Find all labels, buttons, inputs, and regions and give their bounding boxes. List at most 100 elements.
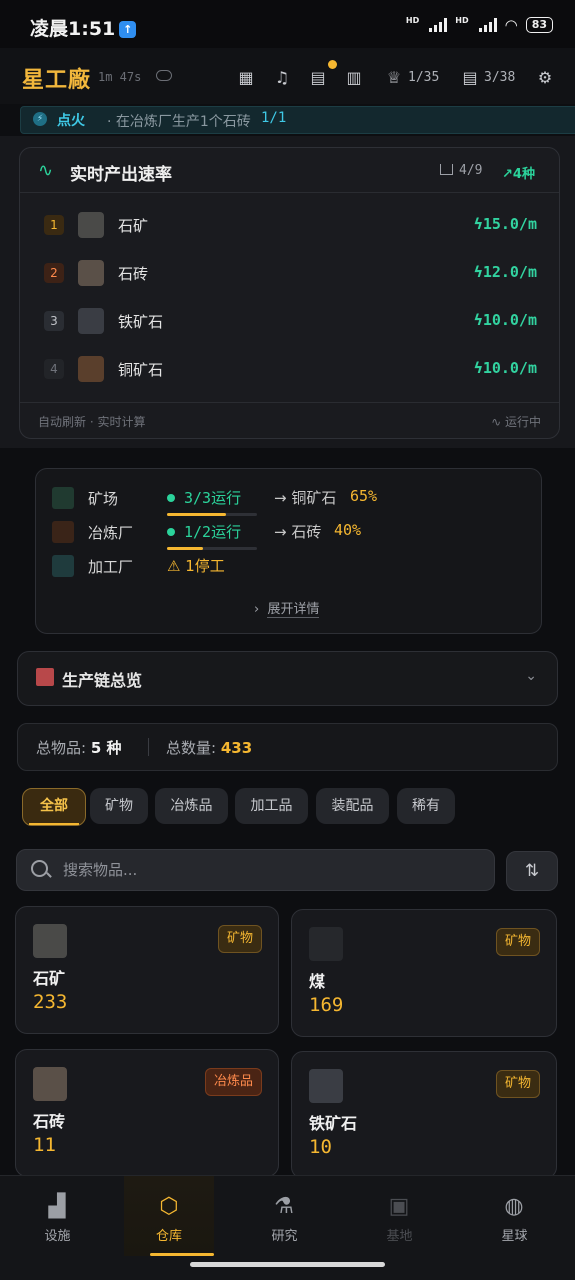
filter-chip-minerals[interactable]: 矿物 — [90, 788, 148, 824]
trend-badge: ↗4种 — [502, 167, 535, 182]
category-tag: 矿物 — [495, 1070, 540, 1098]
filter-chip-assembled[interactable]: 装配品 — [316, 788, 389, 824]
rate-row: 1 石矿 ϟ15.0/m — [20, 201, 559, 249]
nav-facilities[interactable]: ▟ 设施 — [0, 1176, 115, 1256]
nav-base[interactable]: ▣ 基地 — [342, 1176, 457, 1256]
item-name: 石砖 — [33, 1112, 66, 1131]
notification-dot — [328, 60, 337, 69]
cloud-icon — [156, 70, 172, 81]
item-count: 169 — [309, 994, 344, 1016]
scroll-icon[interactable]: ▤ — [308, 68, 328, 88]
bell-icon[interactable]: ♫ — [272, 68, 292, 88]
facility-status-card: 矿场 3/3运行 → 铜矿石 65% 冶炼厂 1/2运行 → 石砖 40% 加工… — [35, 468, 542, 634]
chain-title: 生产链总览 — [62, 671, 143, 690]
facility-target: → 铜矿石 — [274, 489, 337, 507]
stone-ore-icon — [78, 212, 104, 238]
stats-icon[interactable]: ▥ — [344, 68, 364, 88]
category-tag: 矿物 — [495, 928, 540, 956]
flame-icon: ⚡ — [33, 112, 47, 126]
item-name: 石矿 — [118, 217, 149, 235]
filter-chip-rare[interactable]: 稀有 — [397, 788, 455, 824]
filter-chip-smelted[interactable]: 冶炼品 — [155, 788, 228, 824]
running-count: 3/3运行 — [184, 489, 242, 507]
signal-icon — [429, 18, 448, 32]
status-icons: HD HD ◠ 83 — [406, 16, 553, 34]
hd-icon: HD — [405, 16, 420, 25]
refresh-note: 自动刷新 · 实时计算 — [38, 415, 146, 429]
item-count: 10 — [309, 1136, 332, 1158]
search-icon — [31, 860, 48, 877]
factory-icon — [440, 164, 453, 175]
item-name: 石砖 — [118, 265, 149, 283]
lock-icon: ▣ — [388, 1194, 410, 1219]
sort-icon: ⇅ — [524, 861, 540, 881]
facility-row-mine[interactable]: 矿场 3/3运行 → 铜矿石 65% — [52, 485, 532, 516]
rate-title: 实时产出速率 — [70, 165, 172, 185]
category-tag: 冶炼品 — [204, 1068, 262, 1096]
factory-icon — [36, 668, 54, 686]
chevron-down-icon: ⌄ — [525, 668, 537, 684]
item-rate: ϟ10.0/m — [473, 311, 537, 329]
search-input[interactable] — [61, 858, 485, 882]
active-chip-indicator — [29, 823, 79, 825]
coal-icon — [309, 927, 343, 961]
task-text: · 在冶炼厂生产1个石砖 — [107, 114, 251, 130]
nav-label: 基地 — [386, 1229, 413, 1244]
rank-badge: 3 — [44, 311, 64, 331]
stone-brick-icon — [78, 260, 104, 286]
app-title: 星工廠 — [22, 68, 92, 93]
facility-name: 加工厂 — [88, 558, 134, 576]
home-indicator[interactable] — [190, 1262, 385, 1267]
rate-card-header: ∿ 实时产出速率 4/9 ↗4种 — [20, 148, 559, 193]
item-rate: ϟ10.0/m — [473, 359, 537, 377]
nav-label: 设施 — [44, 1229, 71, 1244]
item-name: 铁矿石 — [118, 313, 164, 331]
expand-details-button[interactable]: › 展开详情 — [254, 598, 320, 618]
rate-card-footer: 自动刷新 · 实时计算 ∿ 运行中 — [20, 402, 559, 439]
facility-target: → 石砖 — [274, 523, 322, 541]
inventory-card[interactable]: 矿物 铁矿石 10 — [291, 1051, 557, 1179]
running-count: 1/2运行 — [184, 523, 242, 541]
flask-icon: ⚗ — [274, 1194, 294, 1219]
item-count: 233 — [33, 991, 68, 1013]
facility-percent: 40% — [334, 521, 362, 539]
processor-icon — [52, 555, 74, 577]
search-box — [16, 849, 495, 891]
nav-research[interactable]: ⚗ 研究 — [227, 1176, 342, 1256]
task-banner[interactable]: ⚡ 点火 · 在冶炼厂生产1个石砖 1/1 — [20, 106, 575, 134]
pulse-icon: ∿ — [38, 160, 54, 181]
nav-active-indicator — [150, 1253, 214, 1256]
achievements-count[interactable]: 1/35 — [408, 70, 439, 85]
running-dot — [167, 528, 175, 536]
rate-row: 2 石砖 ϟ12.0/m — [20, 249, 559, 297]
calendar-icon[interactable]: ▦ — [236, 68, 256, 88]
inventory-card[interactable]: 矿物 石矿 233 — [15, 906, 279, 1034]
factory-icon: ▟ — [48, 1194, 66, 1219]
item-name: 铁矿石 — [309, 1114, 358, 1133]
nav-warehouse[interactable]: ⬡ 仓库 — [124, 1176, 214, 1256]
trophy-icon[interactable]: ♕ — [384, 68, 404, 88]
quests-count[interactable]: 3/38 — [484, 70, 515, 85]
item-name: 石矿 — [33, 969, 66, 988]
status-time: 凌晨1:51 ↑ — [30, 14, 137, 41]
facility-row-processor[interactable]: 加工厂 ⚠ 1停工 — [52, 553, 532, 579]
pulse-icon: ∿ — [491, 415, 505, 429]
inventory-card[interactable]: 矿物 煤 169 — [291, 909, 557, 1037]
stone-ore-icon — [33, 924, 67, 958]
wifi-icon: ◠ — [504, 16, 518, 34]
facility-row-smelter[interactable]: 冶炼厂 1/2运行 → 石砖 40% — [52, 519, 532, 550]
item-rate: ϟ15.0/m — [473, 215, 537, 233]
nav-label: 星球 — [501, 1229, 528, 1244]
filter-chip-all[interactable]: 全部 — [22, 788, 86, 826]
facility-progress-bar — [167, 513, 257, 516]
total-count: 总数量: 433 — [166, 739, 253, 757]
production-chain-accordion[interactable]: 生产链总览 ⌄ — [17, 651, 558, 706]
signal-icon — [478, 18, 497, 32]
nav-planet[interactable]: ◍ 星球 — [457, 1176, 572, 1256]
sort-button[interactable]: ⇅ — [506, 851, 558, 891]
task-tag: 点火 — [57, 113, 85, 129]
inventory-card[interactable]: 冶炼品 石砖 11 — [15, 1049, 279, 1177]
gear-icon[interactable]: ⚙ — [535, 68, 555, 88]
quest-icon[interactable]: ▤ — [460, 68, 480, 88]
filter-chip-processed[interactable]: 加工品 — [235, 788, 308, 824]
